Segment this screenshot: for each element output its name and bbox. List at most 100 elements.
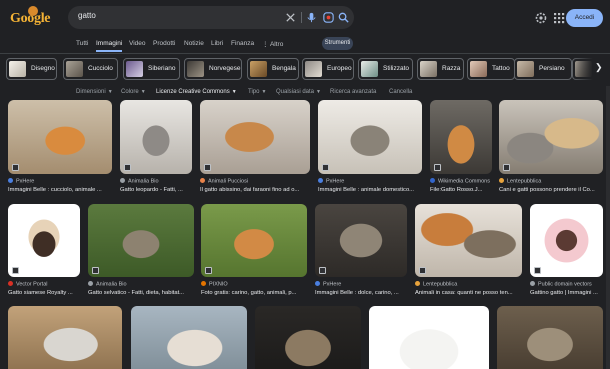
google-logo[interactable]: Google <box>8 6 54 28</box>
result-title[interactable]: Animali in casa: quanti ne posso ten... <box>415 290 522 296</box>
clear-icon[interactable] <box>284 11 297 24</box>
image-result[interactable]: PxHere Immagini Belle : animale domestic… <box>318 100 422 196</box>
result-image[interactable] <box>497 306 603 369</box>
select-checkbox[interactable] <box>503 164 510 171</box>
image-result[interactable]: Lentepubblica Cani e gatti possono prend… <box>499 100 603 196</box>
tab-images[interactable]: Immagini <box>96 40 122 47</box>
select-checkbox[interactable] <box>124 164 131 171</box>
chevron-down-icon: ▼ <box>316 89 321 95</box>
tab-video[interactable]: Video <box>129 40 146 47</box>
result-image[interactable] <box>120 100 192 174</box>
advanced-search-link[interactable]: Ricerca avanzata <box>330 89 376 95</box>
filter-type[interactable]: Tipo ▼ <box>248 89 266 95</box>
chip-stilizzato[interactable]: Stilizzato <box>358 58 413 80</box>
result-title[interactable]: Foto gratis: carino, gatto, animali, p..… <box>201 290 307 296</box>
select-checkbox[interactable] <box>12 164 19 171</box>
image-result[interactable] <box>497 306 603 369</box>
result-image[interactable] <box>315 204 407 277</box>
filter-size[interactable]: Dimensioni ▼ <box>76 89 113 95</box>
select-checkbox[interactable] <box>534 267 541 274</box>
result-image[interactable] <box>430 100 492 174</box>
result-title[interactable]: Gattino gatto | Immagini ... <box>530 290 603 296</box>
result-source-label: PxHere <box>326 178 345 185</box>
tab-books[interactable]: Libri <box>211 40 223 47</box>
chip-bengala[interactable]: Bengala <box>247 58 299 80</box>
clear-filters-link[interactable]: Cancella <box>389 89 412 95</box>
tab-all[interactable]: Tutti <box>76 40 88 47</box>
search-input[interactable]: gatto <box>78 11 96 20</box>
result-title[interactable]: Cani e gatti possono prendere il Co... <box>499 187 603 193</box>
select-checkbox[interactable] <box>204 164 211 171</box>
result-image[interactable] <box>369 306 489 369</box>
microphone-icon[interactable] <box>305 11 318 24</box>
search-box[interactable]: gatto <box>68 6 354 29</box>
chip-europeo[interactable]: Europeo <box>302 58 354 80</box>
select-checkbox[interactable] <box>434 164 441 171</box>
result-title[interactable]: Immagini Belle : dolce, carino, ... <box>315 290 407 296</box>
filter-date[interactable]: Qualsiasi data ▼ <box>276 89 321 95</box>
chip-razza[interactable]: Razza <box>417 58 464 80</box>
image-result[interactable] <box>131 306 247 369</box>
image-result[interactable]: Animalia Bio Gatto leopardo - Fatti, ... <box>120 100 192 196</box>
login-button[interactable]: Accedi <box>566 9 603 27</box>
search-icon[interactable] <box>337 11 350 24</box>
tab-news[interactable]: Notizie <box>184 40 204 47</box>
result-image[interactable] <box>88 204 194 277</box>
result-image[interactable] <box>255 306 361 369</box>
result-title[interactable]: Immagini Belle : cucciolo, animale ... <box>8 187 112 193</box>
tab-more[interactable]: ⋮ Altro <box>262 40 283 48</box>
chip-cucciolo[interactable]: Cucciolo <box>63 58 118 80</box>
chip-tattoo[interactable]: Tattoo <box>467 58 515 80</box>
chevron-right-icon[interactable]: ❯ <box>595 62 603 73</box>
tools-button[interactable]: Strumenti <box>322 37 353 50</box>
result-title[interactable]: Immagini Belle : animale domestico... <box>318 187 422 193</box>
chip-disegno[interactable]: Disegno <box>6 58 57 80</box>
result-image[interactable] <box>415 204 522 277</box>
result-image[interactable] <box>8 100 112 174</box>
image-result[interactable]: Animali Pucciosi Il gatto abissino, dai … <box>200 100 310 196</box>
scrollbar[interactable] <box>606 86 610 369</box>
image-result[interactable]: Wikimedia Commons File:Gatto Rosso.J... <box>430 100 492 196</box>
image-result[interactable]: PIXNIO Foto gratis: carino, gatto, anima… <box>201 204 307 298</box>
result-image[interactable] <box>201 204 307 277</box>
image-result[interactable] <box>369 306 489 369</box>
tab-products[interactable]: Prodotti <box>153 40 175 47</box>
image-result[interactable]: Animalia Bio Gatto selvatico - Fatti, di… <box>88 204 194 298</box>
image-result[interactable]: Lentepubblica Animali in casa: quanti ne… <box>415 204 522 298</box>
image-result[interactable]: PxHere Immagini Belle : cucciolo, animal… <box>8 100 112 196</box>
settings-icon[interactable] <box>534 11 548 25</box>
result-title[interactable]: File:Gatto Rosso.J... <box>430 187 492 193</box>
chip-thumbnail <box>187 61 204 77</box>
result-image[interactable] <box>499 100 603 174</box>
result-title[interactable]: Gatto selvatico - Fatti, dieta, habitat.… <box>88 290 194 296</box>
image-result[interactable]: PxHere Immagini Belle : dolce, carino, .… <box>315 204 407 298</box>
chip-siberiano[interactable]: Siberiano <box>123 58 180 80</box>
result-image[interactable] <box>8 204 80 277</box>
result-image[interactable] <box>131 306 247 369</box>
image-result[interactable]: Vector Portal Gatto siamese Royalty ... <box>8 204 80 298</box>
select-checkbox[interactable] <box>205 267 212 274</box>
image-result[interactable] <box>8 306 122 369</box>
select-checkbox[interactable] <box>419 267 426 274</box>
result-image[interactable] <box>318 100 422 174</box>
result-image[interactable] <box>530 204 603 277</box>
image-result[interactable] <box>255 306 361 369</box>
result-image[interactable] <box>200 100 310 174</box>
result-title[interactable]: Gatto siamese Royalty ... <box>8 290 92 296</box>
chip-persiano[interactable]: Persiano <box>514 58 572 80</box>
select-checkbox[interactable] <box>319 267 326 274</box>
select-checkbox[interactable] <box>92 267 99 274</box>
lens-icon[interactable] <box>322 11 335 24</box>
filter-license[interactable]: Licenze Creative Commons ▼ <box>156 89 237 95</box>
result-title[interactable]: Gatto leopardo - Fatti, ... <box>120 187 192 193</box>
chip-thumbnail <box>305 61 322 77</box>
tab-finance[interactable]: Finanza <box>231 40 254 47</box>
result-image[interactable] <box>8 306 122 369</box>
filter-color[interactable]: Colore ▼ <box>121 89 146 95</box>
select-checkbox[interactable] <box>322 164 329 171</box>
select-checkbox[interactable] <box>12 267 19 274</box>
result-title[interactable]: Il gatto abissino, dai faraoni fino ad o… <box>200 187 310 193</box>
apps-icon[interactable] <box>552 11 566 25</box>
chip-norvegese[interactable]: Norvegese <box>184 58 242 80</box>
image-result[interactable]: Public domain vectors Gattino gatto | Im… <box>530 204 603 298</box>
